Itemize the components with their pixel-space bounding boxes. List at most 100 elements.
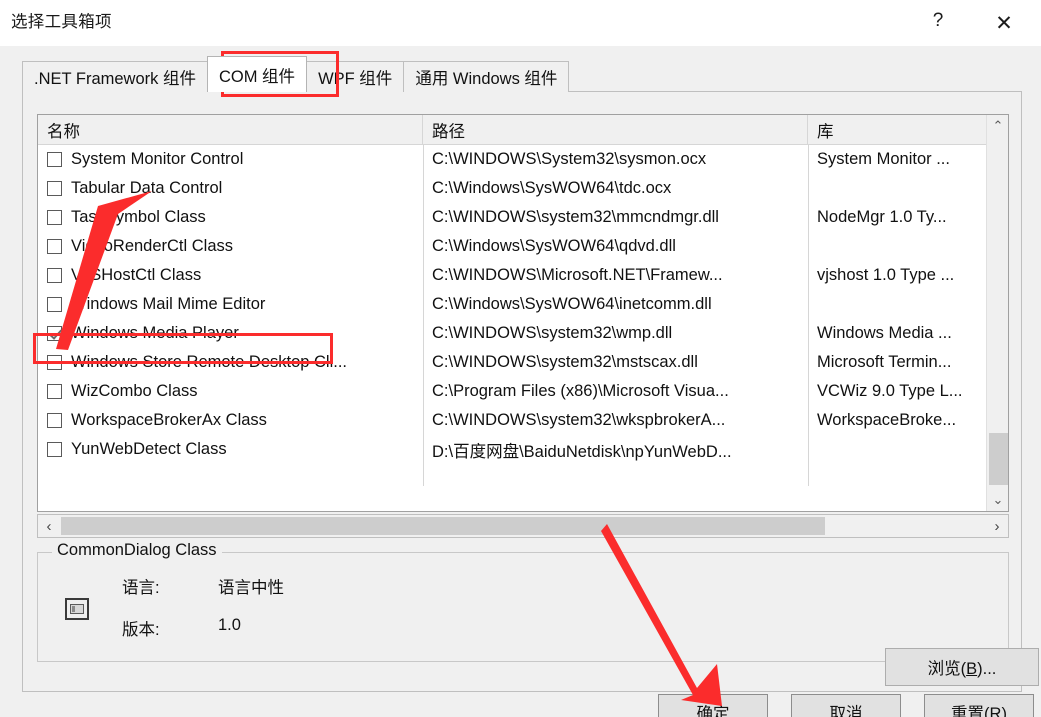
cell-path: C:\WINDOWS\system32\mmcndmgr.dll: [432, 208, 719, 226]
browse-button[interactable]: 浏览(B)...: [885, 648, 1039, 686]
component-icon: [65, 598, 89, 620]
language-label: 语言:: [122, 579, 160, 597]
details-group: CommonDialog Class 语言: 语言中性 版本: 1.0: [37, 541, 1009, 662]
table-row[interactable]: System Monitor Control C:\WINDOWS\System3…: [38, 145, 1008, 174]
tab-com[interactable]: COM 组件: [206, 56, 308, 92]
cell-path: C:\WINDOWS\system32\wkspbrokerA...: [432, 411, 726, 429]
list-rows: System Monitor Control C:\WINDOWS\System3…: [38, 145, 1008, 486]
help-icon[interactable]: ?: [920, 0, 956, 44]
checkbox-unchecked[interactable]: [47, 442, 62, 457]
table-row[interactable]: Windows Store Remote Desktop Cli... C:\WI…: [38, 348, 1008, 377]
cell-library: vjshost 1.0 Type ...: [817, 266, 955, 284]
component-name-label: WizCombo Class: [71, 382, 198, 400]
close-icon[interactable]: ✕: [982, 0, 1026, 46]
tab-wpf[interactable]: WPF 组件: [306, 61, 405, 92]
cell-library: VCWiz 9.0 Type L...: [817, 382, 963, 400]
tabs-row: .NET Framework 组件 COM 组件 WPF 组件 通用 Windo…: [22, 56, 570, 92]
vertical-scrollbar[interactable]: ⌃ ⌄: [986, 115, 1008, 511]
details-legend: CommonDialog Class: [52, 541, 222, 560]
component-list[interactable]: 名称 路径 库 ⌃ System Monitor Control C:\WINDO…: [37, 114, 1009, 512]
checkbox-unchecked[interactable]: [47, 268, 62, 283]
column-header-path[interactable]: 路径: [423, 115, 808, 144]
select-toolbox-items-dialog: 选择工具箱项 ? ✕ .NET Framework 组件 COM 组件 WPF …: [0, 0, 1041, 717]
cell-library: [808, 290, 988, 319]
cell-library: [808, 435, 988, 464]
component-name-label: Windows Media Player: [71, 324, 239, 342]
version-label: 版本:: [122, 621, 160, 639]
tab-universal-windows[interactable]: 通用 Windows 组件: [403, 61, 570, 92]
cell-name: VideoRenderCtl Class: [38, 232, 423, 261]
scroll-left-icon[interactable]: ‹: [38, 515, 60, 537]
tab-strip: .NET Framework 组件 COM 组件 WPF 组件 通用 Windo…: [22, 56, 1022, 92]
cell-name: Tabular Data Control: [38, 174, 423, 203]
component-name-label: WorkspaceBrokerAx Class: [71, 411, 267, 429]
cell-name: Windows Media Player: [38, 319, 423, 348]
table-row[interactable]: Windows Mail Mime Editor C:\Windows\SysWO…: [38, 290, 1008, 319]
reset-button[interactable]: 重置(R): [924, 694, 1034, 717]
cell-name: Windows Store Remote Desktop Cli...: [38, 348, 423, 377]
cell-name: WizCombo Class: [38, 377, 423, 406]
cell-name: System Monitor Control: [38, 145, 423, 174]
component-name-label: Windows Store Remote Desktop Cli...: [71, 353, 348, 371]
page-title: 选择工具箱项: [11, 13, 112, 31]
column-header-library[interactable]: 库: [808, 115, 988, 144]
checkbox-unchecked[interactable]: [47, 413, 62, 428]
horizontal-scrollbar-thumb[interactable]: [61, 517, 825, 535]
checkbox-unchecked[interactable]: [47, 152, 62, 167]
checkbox-unchecked[interactable]: [47, 355, 62, 370]
cell-path: C:\WINDOWS\System32\sysmon.ocx: [432, 150, 707, 168]
component-name-label: VideoRenderCtl Class: [71, 237, 234, 255]
cell-path: C:\Windows\SysWOW64\inetcomm.dll: [432, 295, 712, 313]
cell-library: [808, 232, 988, 261]
cell-path: D:\百度网盘\BaiduNetdisk\npYunWebD...: [432, 442, 732, 461]
language-value: 语言中性: [218, 579, 284, 597]
checkbox-unchecked[interactable]: [47, 384, 62, 399]
table-row[interactable]: Tabular Data Control C:\Windows\SysWOW64\…: [38, 174, 1008, 203]
table-row[interactable]: Windows Media Player C:\WINDOWS\system32\…: [38, 319, 1008, 348]
cell-path: C:\Windows\SysWOW64\qdvd.dll: [432, 237, 676, 255]
cell-library: NodeMgr 1.0 Ty...: [817, 208, 947, 226]
cell-path: C:\Windows\SysWOW64\tdc.ocx: [432, 179, 672, 197]
tab-dotnet-framework[interactable]: .NET Framework 组件: [22, 61, 208, 92]
tab-page-com: 名称 路径 库 ⌃ System Monitor Control C:\WINDO…: [22, 92, 1039, 692]
component-name-label: Tabular Data Control: [71, 179, 223, 197]
component-name-label: VJSHostCtl Class: [71, 266, 202, 284]
table-row[interactable]: TaskSymbol Class C:\WINDOWS\system32\mmcn…: [38, 203, 1008, 232]
reset-button-label: 重置(R): [951, 705, 1007, 717]
table-row[interactable]: WizCombo Class C:\Program Files (x86)\Mic…: [38, 377, 1008, 406]
cell-path: C:\WINDOWS\Microsoft.NET\Framew...: [432, 266, 723, 284]
cell-name: WorkspaceBrokerAx Class: [38, 406, 423, 435]
table-row[interactable]: VJSHostCtl Class C:\WINDOWS\Microsoft.NET…: [38, 261, 1008, 290]
list-header: 名称 路径 库 ⌃: [38, 115, 1008, 145]
checkbox-unchecked[interactable]: [47, 210, 62, 225]
version-value: 1.0: [218, 616, 241, 634]
cell-library: [808, 174, 988, 203]
cell-name: TaskSymbol Class: [38, 203, 423, 232]
cell-name: VJSHostCtl Class: [38, 261, 423, 290]
ok-button[interactable]: 确定: [658, 694, 768, 717]
horizontal-scrollbar[interactable]: ‹ ›: [37, 514, 1009, 538]
scroll-right-icon[interactable]: ›: [986, 515, 1008, 537]
component-name-label: YunWebDetect Class: [71, 440, 227, 458]
checkbox-unchecked[interactable]: [47, 297, 62, 312]
cell-name: Windows Mail Mime Editor: [38, 290, 423, 319]
cell-name: YunWebDetect Class: [38, 435, 423, 464]
column-header-name[interactable]: 名称: [38, 115, 423, 144]
vertical-scrollbar-thumb[interactable]: [989, 433, 1008, 485]
scroll-down-icon[interactable]: ⌄: [987, 489, 1008, 511]
table-row[interactable]: YunWebDetect Class D:\百度网盘\BaiduNetdisk\n…: [38, 435, 1008, 464]
table-row[interactable]: WorkspaceBrokerAx Class C:\WINDOWS\system…: [38, 406, 1008, 435]
cell-path: C:\WINDOWS\system32\mstscax.dll: [432, 353, 698, 371]
cell-library: Windows Media ...: [817, 324, 952, 342]
table-row[interactable]: VideoRenderCtl Class C:\Windows\SysWOW64\…: [38, 232, 1008, 261]
checkbox-unchecked[interactable]: [47, 181, 62, 196]
scroll-up-icon[interactable]: ⌃: [987, 115, 1008, 137]
component-name-label: Windows Mail Mime Editor: [71, 295, 266, 313]
component-name-label: TaskSymbol Class: [71, 208, 206, 226]
checkbox-unchecked[interactable]: [47, 239, 62, 254]
checkbox-checked[interactable]: [47, 326, 62, 341]
cell-library: System Monitor ...: [817, 150, 950, 168]
cancel-button[interactable]: 取消: [791, 694, 901, 717]
cell-library: WorkspaceBroke...: [817, 411, 957, 429]
cell-path: C:\Program Files (x86)\Microsoft Visua..…: [432, 382, 729, 400]
